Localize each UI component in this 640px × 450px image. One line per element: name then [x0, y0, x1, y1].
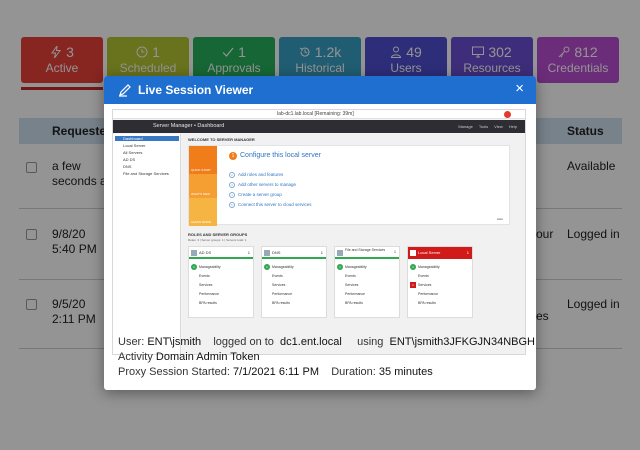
quick-start-label: QUICK START — [191, 168, 211, 172]
duration-label: Duration: — [331, 366, 376, 378]
server-manager-dashboard: WELCOME TO SERVER MANAGER QUICK START WH… — [182, 134, 525, 354]
role-card-file-storage: File and Storage Services 1 1 Manageabili… — [334, 246, 400, 318]
sidebar-item-file-storage: File and Storage Services — [123, 171, 169, 176]
live-session-viewer-modal: Live Session Viewer × lab-dc1.lab.local … — [104, 76, 536, 390]
session-started: 7/1/2021 6:11 PM — [232, 366, 319, 378]
server-manager-sidebar: Dashboard Local Server All Servers AD DS… — [113, 134, 181, 354]
recording-indicator-icon — [504, 111, 511, 118]
sidebar-item-dashboard: Dashboard — [115, 136, 179, 141]
menu-tools: Tools — [478, 124, 489, 129]
server-manager-title: Server Manager • Dashboard — [153, 123, 225, 129]
task-connect-cloud: 5 Connect this server to cloud services — [229, 202, 312, 208]
role-card-local-server: Local Server 1 1 Manageability Events 1 S… — [407, 246, 473, 318]
welcome-panel: QUICK START WHAT'S NEW LEARN MORE 1 Confi… — [188, 145, 510, 226]
welcome-heading: WELCOME TO SERVER MANAGER — [188, 137, 255, 142]
learn-more-label: LEARN MORE — [191, 220, 211, 224]
sidebar-item-local-server: Local Server — [123, 143, 146, 148]
task-configure-local-server: 1 Configure this local server — [229, 152, 321, 160]
sidebar-item-dns: DNS — [123, 164, 132, 169]
session-host: dc1.ent.local — [280, 336, 342, 348]
close-icon[interactable]: × — [515, 81, 524, 97]
logged-on-label: logged on to — [213, 336, 274, 348]
sidebar-item-all-servers: All Servers — [123, 150, 143, 155]
hide-link: Hide — [496, 217, 503, 221]
role-card-dns: DNS 1 1 Manageability Events Services Per… — [261, 246, 327, 318]
started-label: Proxy Session Started: — [118, 366, 230, 378]
session-duration: 35 minutes — [378, 366, 433, 378]
task-add-servers: 3 Add other servers to manage — [229, 182, 296, 188]
sidebar-item-ad-ds: AD DS — [123, 157, 136, 162]
remote-window-title: lab-dc1.lab.local [Remaining: 39m] — [277, 111, 354, 117]
session-credential: ENT\jsmith3JFKGJN34NBGH — [389, 336, 535, 348]
menu-help: Help — [508, 124, 517, 129]
session-viewer-screen[interactable]: lab-dc1.lab.local [Remaining: 39m] Serve… — [112, 109, 526, 355]
session-activity: Domain Admin Token — [155, 351, 260, 363]
menu-manage: Manage — [458, 124, 473, 129]
whats-new-label: WHAT'S NEW — [191, 192, 211, 196]
activity-label: Activity — [118, 351, 153, 363]
quick-start-column: QUICK START WHAT'S NEW LEARN MORE — [189, 146, 217, 226]
session-details: User: ENT\jsmith logged on to dc1.ent.lo… — [118, 335, 535, 380]
task-add-roles: 2 Add roles and features — [229, 172, 283, 178]
roles-heading: ROLES AND SERVER GROUPS — [188, 232, 248, 237]
session-activity-line: Activity Domain Admin Token — [118, 350, 535, 365]
menu-view: View — [494, 124, 503, 129]
modal-header: Live Session Viewer × — [104, 76, 536, 104]
server-manager-menus: Manage Tools View Help — [458, 124, 517, 129]
remote-window-titlebar: lab-dc1.lab.local [Remaining: 39m] — [113, 110, 525, 119]
session-time-line: Proxy Session Started: 7/1/2021 6:11 PM … — [118, 365, 535, 380]
modal-title: Live Session Viewer — [138, 83, 254, 97]
role-card-ad-ds: AD DS 1 1 Manageability Events Services P… — [188, 246, 254, 318]
using-label: using — [357, 336, 384, 348]
pencil-icon — [119, 84, 131, 97]
user-label: User: — [118, 336, 145, 348]
session-user: ENT\jsmith — [147, 336, 202, 348]
session-user-line: User: ENT\jsmith logged on to dc1.ent.lo… — [118, 335, 535, 350]
task-create-group: 4 Create a server group — [229, 192, 282, 198]
server-manager-toolbar: Server Manager • Dashboard Manage Tools … — [113, 120, 525, 133]
roles-summary: Roles: 3 | Server groups: 1 | Servers to… — [188, 238, 247, 242]
